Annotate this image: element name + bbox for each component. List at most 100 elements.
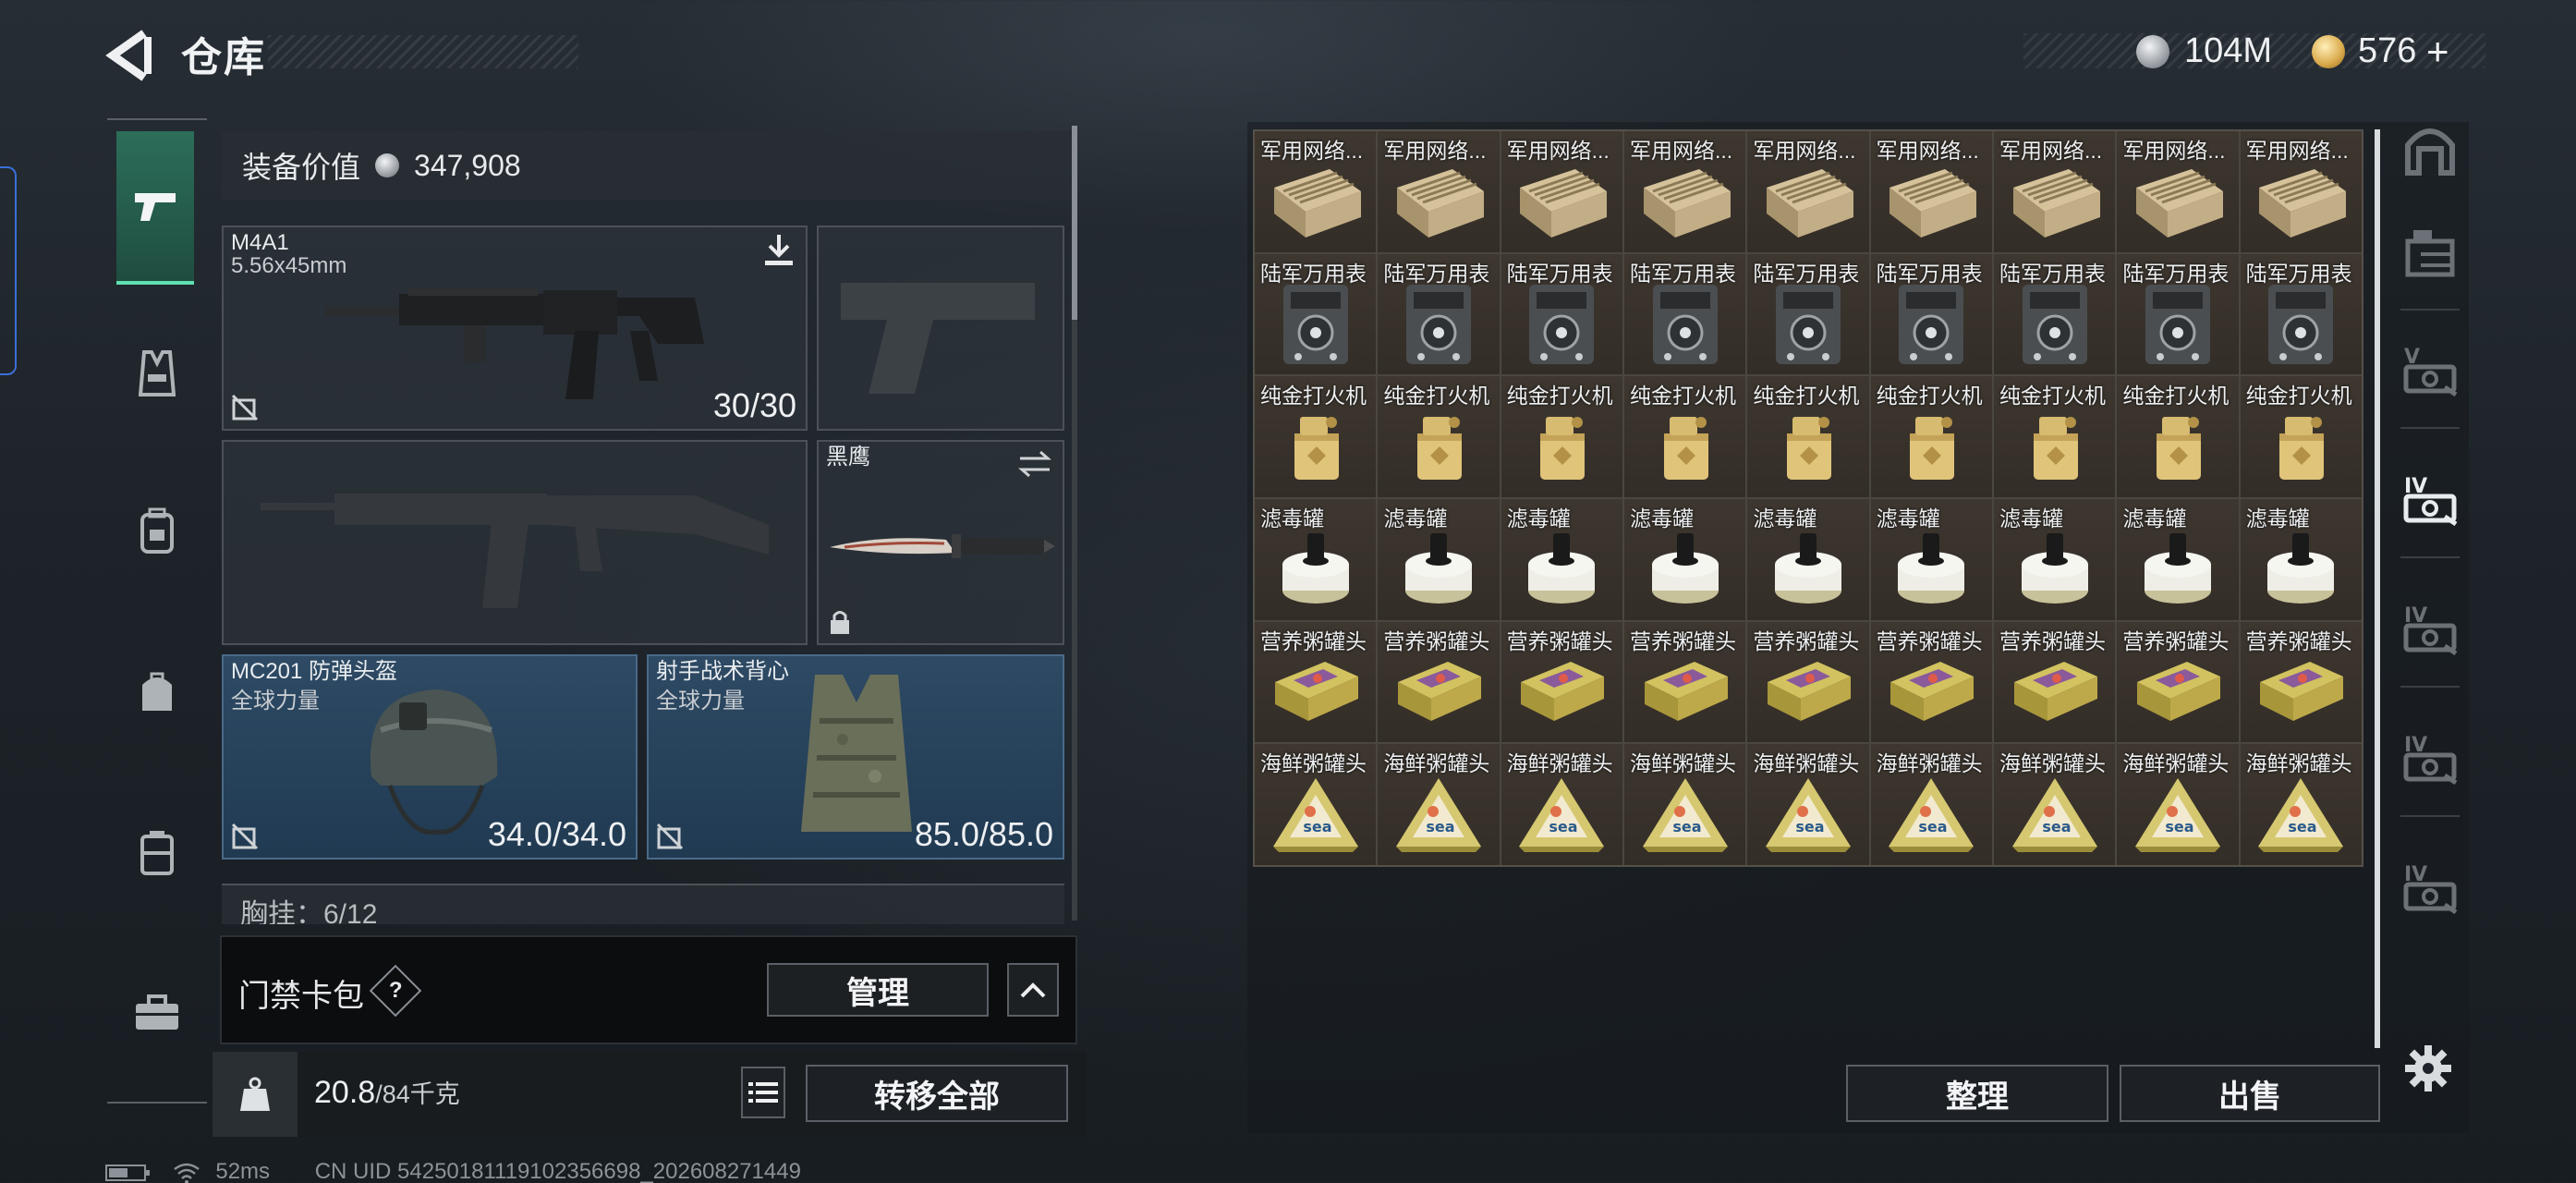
storage-item[interactable]: 纯金打火机 — [2240, 376, 2362, 497]
helmet-slot[interactable]: MC201 防弹头盔 全球力量 34.0/34.0 — [222, 654, 638, 860]
storage-item[interactable]: 纯金打火机 — [1623, 376, 1746, 497]
storage-item[interactable]: 军用网络... — [1501, 131, 1622, 252]
armor-slot[interactable]: 射手战术背心 全球力量 85.0/85.0 — [647, 654, 1064, 860]
storage-item[interactable]: 纯金打火机 — [1870, 376, 1992, 497]
storage-item[interactable]: 军用网络... — [1255, 131, 1377, 252]
swap-icon[interactable] — [1016, 449, 1053, 479]
add-currency-button[interactable]: + — [2426, 30, 2449, 74]
storage-item[interactable]: 军用网络... — [1623, 131, 1746, 252]
storage-item[interactable]: 陆军万用表 — [1623, 253, 1746, 375]
storage-tab-4[interactable]: IV — [2388, 447, 2473, 549]
storage-item[interactable]: 军用网络... — [1993, 131, 2116, 252]
storage-item[interactable]: 军用网络... — [1747, 131, 1869, 252]
porridge-can-icon — [2013, 662, 2097, 722]
nav-weapon[interactable] — [116, 131, 194, 285]
storage-item[interactable]: 纯金打火机 — [1993, 376, 2116, 497]
manage-button[interactable]: 管理 — [767, 963, 989, 1017]
storage-item[interactable]: 营养粥罐头 — [1501, 621, 1622, 743]
secondary-weapon-slot[interactable] — [222, 440, 808, 645]
storage-item[interactable]: 陆军万用表 — [1870, 253, 1992, 375]
back-button[interactable] — [103, 28, 159, 83]
equipment-scroll-thumb[interactable] — [1072, 126, 1077, 320]
porridge-can-icon — [1890, 662, 1975, 722]
download-icon[interactable] — [761, 233, 796, 268]
storage-item[interactable]: 陆军万用表 — [1501, 253, 1622, 375]
sort-button[interactable]: 整理 — [1846, 1065, 2108, 1122]
storage-item[interactable]: 海鲜粥罐头 sea — [1501, 744, 1622, 865]
transfer-all-button[interactable]: 转移全部 — [806, 1065, 1068, 1122]
storage-item[interactable]: 营养粥罐头 — [1378, 621, 1500, 743]
storage-item[interactable]: 海鲜粥罐头 sea — [1378, 744, 1500, 865]
storage-item[interactable]: 陆军万用表 — [1378, 253, 1500, 375]
storage-item[interactable]: 陆军万用表 — [1747, 253, 1869, 375]
nav-briefcase[interactable] — [107, 963, 207, 1063]
storage-item[interactable]: 营养粥罐头 — [1255, 621, 1377, 743]
tactical-vest-icon — [801, 675, 912, 832]
storage-tab-3[interactable]: V — [2388, 318, 2473, 420]
storage-tab-7[interactable]: IV — [2388, 835, 2473, 937]
chest-rig-row[interactable]: 胸挂：6/12 — [222, 884, 1064, 924]
storage-item[interactable]: 营养粥罐头 — [1870, 621, 1992, 743]
storage-item[interactable]: 纯金打火机 — [1747, 376, 1869, 497]
storage-item[interactable]: 滤毒罐 — [2117, 499, 2239, 620]
storage-item[interactable]: 军用网络... — [2240, 131, 2362, 252]
storage-item[interactable]: 陆军万用表 — [2117, 253, 2239, 375]
rifle-silhouette-icon — [261, 494, 769, 608]
storage-item[interactable]: 营养粥罐头 — [2117, 621, 2239, 743]
multimeter-icon — [2268, 285, 2334, 365]
storage-item[interactable]: 营养粥罐头 — [2240, 621, 2362, 743]
storage-item[interactable]: 滤毒罐 — [1255, 499, 1377, 620]
storage-item[interactable]: 纯金打火机 — [1255, 376, 1377, 497]
storage-item[interactable]: 海鲜粥罐头 sea — [2240, 744, 2362, 865]
primary-weapon-slot[interactable]: M4A1 5.56x45mm 30/30 — [222, 226, 808, 431]
nav-chest-rig[interactable] — [107, 323, 207, 423]
storage-item[interactable]: 海鲜粥罐头 sea — [1747, 744, 1869, 865]
storage-tab-6[interactable]: IV — [2388, 706, 2473, 808]
item-name: 营养粥罐头 — [1629, 628, 1736, 653]
storage-item[interactable]: 营养粥罐头 — [1747, 621, 1869, 743]
storage-item[interactable]: 海鲜粥罐头 sea — [1623, 744, 1746, 865]
storage-item[interactable]: 海鲜粥罐头 sea — [1870, 744, 1992, 865]
storage-item[interactable]: 海鲜粥罐头 sea — [2117, 744, 2239, 865]
storage-scroll-thumb[interactable] — [2375, 129, 2380, 1048]
storage-item[interactable]: 纯金打火机 — [1378, 376, 1500, 497]
list-view-button[interactable] — [741, 1067, 785, 1118]
storage-item[interactable]: 滤毒罐 — [1378, 499, 1500, 620]
filter-canister-icon — [1528, 532, 1596, 604]
storage-tab-2[interactable] — [2388, 200, 2473, 301]
storage-item[interactable]: 海鲜粥罐头 sea — [1255, 744, 1377, 865]
nav-pouch[interactable] — [107, 641, 207, 741]
nav-backpack[interactable] — [107, 481, 207, 580]
storage-item[interactable]: 滤毒罐 — [2240, 499, 2362, 620]
settings-button[interactable] — [2402, 1043, 2458, 1098]
lv4-crate-icon: IV — [2403, 863, 2458, 914]
storage-item[interactable]: 营养粥罐头 — [1993, 621, 2116, 743]
melee-slot[interactable]: 黑鹰 — [817, 440, 1064, 645]
storage-item[interactable]: 军用网络... — [1378, 131, 1500, 252]
svg-text:sea: sea — [2042, 818, 2071, 835]
storage-item[interactable]: 军用网络... — [1870, 131, 1992, 252]
nav-secure-case[interactable] — [107, 802, 207, 902]
sell-button[interactable]: 出售 — [2120, 1065, 2380, 1122]
storage-item[interactable]: 滤毒罐 — [1747, 499, 1869, 620]
multimeter-icon — [1282, 285, 1348, 365]
storage-item[interactable]: 滤毒罐 — [1623, 499, 1746, 620]
storage-item[interactable]: 营养粥罐头 — [1623, 621, 1746, 743]
storage-item[interactable]: 纯金打火机 — [2117, 376, 2239, 497]
storage-item[interactable]: 陆军万用表 — [1993, 253, 2116, 375]
side-drawer-tab[interactable] — [0, 166, 17, 375]
briefcase-icon — [136, 994, 178, 1030]
storage-item[interactable]: 军用网络... — [2117, 131, 2239, 252]
item-name: 营养粥罐头 — [2245, 628, 2352, 653]
storage-item[interactable]: 纯金打火机 — [1501, 376, 1622, 497]
storage-item[interactable]: 滤毒罐 — [1993, 499, 2116, 620]
storage-item[interactable]: 海鲜粥罐头 sea — [1993, 744, 2116, 865]
pistol-slot[interactable] — [817, 226, 1064, 431]
collapse-button[interactable] — [1007, 963, 1059, 1017]
storage-item[interactable]: 滤毒罐 — [1501, 499, 1622, 620]
storage-item[interactable]: 滤毒罐 — [1870, 499, 1992, 620]
storage-item[interactable]: 陆军万用表 — [2240, 253, 2362, 375]
storage-item[interactable]: 陆军万用表 — [1255, 253, 1377, 375]
storage-tab-1[interactable] — [2388, 98, 2473, 200]
storage-tab-5[interactable]: IV — [2388, 577, 2473, 678]
